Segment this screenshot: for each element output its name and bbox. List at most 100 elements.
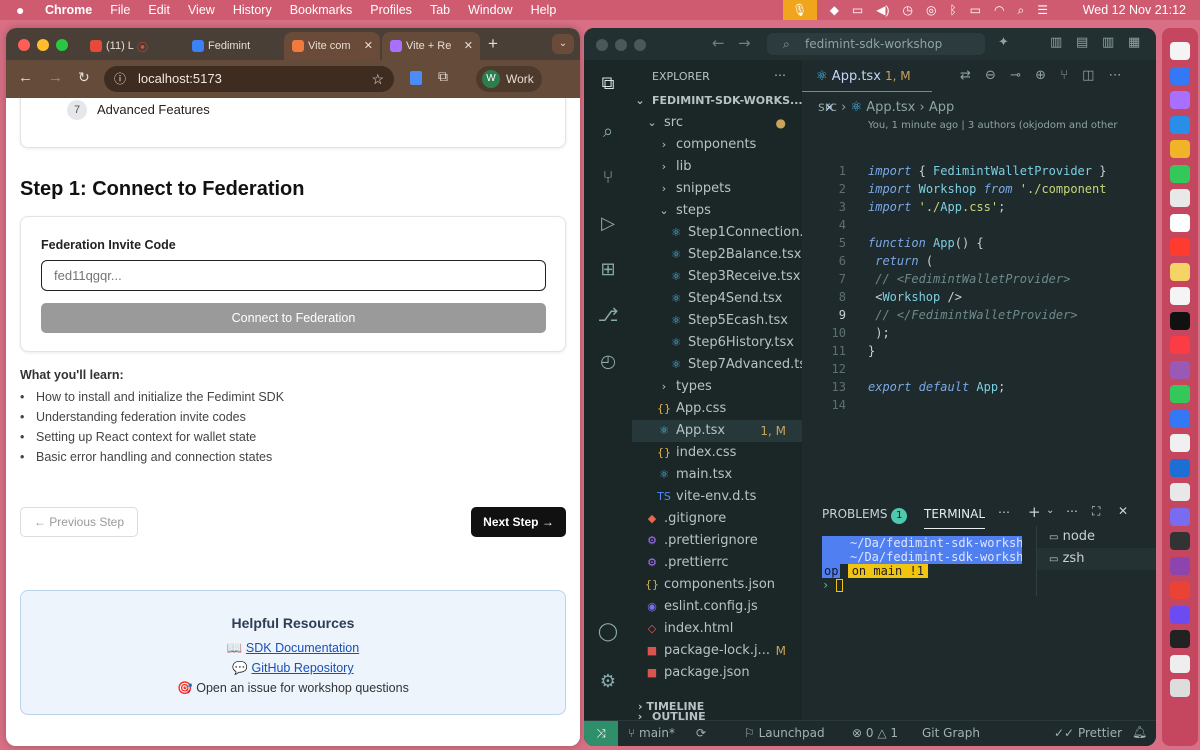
tree-item[interactable]: ⚛ Step6History.tsx xyxy=(632,332,802,354)
dock-app-icon[interactable] xyxy=(1170,654,1190,673)
menu-help[interactable]: Help xyxy=(531,3,557,17)
dock-app-icon[interactable] xyxy=(1170,360,1190,379)
back-icon[interactable]: ← xyxy=(712,34,725,52)
dock-app-icon[interactable] xyxy=(1170,630,1190,648)
dock-app-icon[interactable] xyxy=(1170,91,1190,109)
dock-app-icon[interactable] xyxy=(1170,385,1190,403)
dock-app-icon[interactable] xyxy=(1170,507,1190,526)
tab-youtube[interactable]: (11) L ⦿ xyxy=(82,32,174,60)
tree-item[interactable]: ⚛ Step5Ecash.tsx xyxy=(632,310,802,332)
notifications-bell-icon[interactable]: 🔔︎ xyxy=(1132,725,1147,739)
sync-icon[interactable]: ⟳ xyxy=(696,726,706,740)
dock-app-icon[interactable] xyxy=(1170,115,1190,134)
sdk-documentation-link[interactable]: SDK Documentation xyxy=(246,641,359,655)
tree-item[interactable]: {} components.json xyxy=(632,574,802,596)
tree-item[interactable]: ⚛ main.tsx xyxy=(632,464,802,486)
tree-item[interactable]: › types xyxy=(632,376,802,398)
menu-view[interactable]: View xyxy=(188,3,215,17)
tree-item[interactable]: ⌄ src ● xyxy=(632,112,802,134)
close-window-button[interactable] xyxy=(18,39,30,51)
tree-item[interactable]: ◇ index.html xyxy=(632,618,802,640)
address-bar[interactable]: ⓘ localhost:5173 ☆ xyxy=(104,66,394,92)
split-editor-icon[interactable]: ◫ xyxy=(1082,68,1094,83)
tab-fedimint[interactable]: Fedimint xyxy=(184,32,272,60)
dock-app-icon[interactable] xyxy=(1170,532,1190,550)
github-repository-link[interactable]: GitHub Repository xyxy=(251,661,353,675)
tree-item[interactable]: ⚛ App.tsx 1, M xyxy=(632,420,802,442)
tree-item[interactable]: ⚛ Step4Send.tsx xyxy=(632,288,802,310)
layout-secondary-icon[interactable]: ▥ xyxy=(1102,35,1114,50)
tree-item[interactable]: ⚛ Step7Advanced.tsx xyxy=(632,354,802,376)
project-root[interactable]: ⌄ FEDIMINT-SDK-WORKS... xyxy=(632,90,802,112)
clock[interactable]: Wed 12 Nov 21:12 xyxy=(1083,3,1186,17)
git-graph-item[interactable]: Git Graph xyxy=(922,726,980,740)
forward-icon[interactable]: → xyxy=(48,69,63,86)
tree-item[interactable]: ◉ eslint.config.js xyxy=(632,596,802,618)
explorer-icon[interactable]: ⧉ xyxy=(596,72,620,96)
tree-item[interactable]: ⚙ .prettierignore xyxy=(632,530,802,552)
tab-vite-react[interactable]: Vite + Re ✕ xyxy=(382,32,480,60)
run-debug-icon[interactable]: ▷ xyxy=(596,212,620,236)
launchpad-item[interactable]: ⚐ Launchpad xyxy=(744,726,825,740)
invite-code-input[interactable] xyxy=(41,260,546,291)
tree-item[interactable]: ⚛ Step2Balance.tsx xyxy=(632,244,802,266)
bluetooth-icon[interactable]: ᛒ xyxy=(949,3,956,17)
previous-step-button[interactable]: ← Previous Step xyxy=(20,507,138,537)
menu-tab[interactable]: Tab xyxy=(430,3,450,17)
tab-vite-com[interactable]: Vite com ✕ xyxy=(284,32,380,60)
settings-gear-icon[interactable]: ⚙ xyxy=(596,670,620,694)
more-actions-icon[interactable]: ⋯ xyxy=(774,68,786,82)
reload-icon[interactable]: ↻ xyxy=(78,69,90,86)
tree-item[interactable]: TS vite-env.d.ts xyxy=(632,486,802,508)
dock-app-icon[interactable] xyxy=(1170,238,1190,256)
new-terminal-icon[interactable]: + xyxy=(1028,503,1041,521)
remote-indicator-icon[interactable]: ⤨ xyxy=(584,721,618,746)
tab-search-chevron-icon[interactable]: ⌄ xyxy=(552,34,574,54)
command-center-search[interactable]: ⌕ fedimint-sdk-workshop xyxy=(767,33,985,55)
zoom-window-button[interactable] xyxy=(634,39,646,51)
wifi-icon[interactable]: ◠ xyxy=(994,3,1004,17)
extension-doc-icon[interactable] xyxy=(410,71,422,85)
next-step-button[interactable]: Next Step → xyxy=(471,507,566,537)
maximize-panel-icon[interactable]: ⛶ xyxy=(1092,504,1100,519)
editor-tab-app[interactable]: ⚛ App.tsx 1, M ✕ xyxy=(802,60,932,116)
account-icon[interactable]: ◯ xyxy=(596,620,620,644)
dock-app-icon[interactable] xyxy=(1170,679,1190,697)
tree-item[interactable]: ■ package-lock.j... M xyxy=(632,640,802,662)
dock-app-icon[interactable] xyxy=(1170,409,1190,428)
menu-app-name[interactable]: Chrome xyxy=(45,3,92,17)
battery-icon[interactable]: ▭ xyxy=(970,3,981,17)
profile-button[interactable]: W Work xyxy=(476,66,542,92)
prev-change-icon[interactable]: ⊖ xyxy=(985,68,996,83)
terminal-dropdown-icon[interactable]: ⌄ xyxy=(1046,505,1054,516)
terminal-output[interactable]: ~/Da/fedimint-sdk-worksh ~/Da/fedimint-s… xyxy=(822,536,1022,592)
terminal-item-node[interactable]: ▭ node xyxy=(1037,526,1156,548)
layout-panel-icon[interactable]: ▤ xyxy=(1076,35,1088,50)
git-icon[interactable]: ⑂ xyxy=(1060,68,1068,83)
remote-explorer-icon[interactable]: ◴ xyxy=(596,350,620,374)
apple-icon[interactable]: ● xyxy=(16,2,24,18)
copilot-icon[interactable]: ✦ xyxy=(998,35,1009,50)
dock-app-icon[interactable] xyxy=(1170,66,1190,85)
dock-app-icon[interactable] xyxy=(1170,164,1190,183)
timeline-section[interactable]: › TIMELINE xyxy=(632,696,802,718)
volume-icon[interactable]: ◀︎) xyxy=(876,3,889,17)
more-actions-icon[interactable]: ⋯ xyxy=(1109,68,1122,83)
diamond-icon[interactable]: ◆ xyxy=(830,3,839,17)
prettier-item[interactable]: ✓✓ Prettier xyxy=(1054,726,1122,740)
tree-item[interactable]: › components xyxy=(632,134,802,156)
menu-edit[interactable]: Edit xyxy=(148,3,170,17)
close-window-button[interactable] xyxy=(596,39,608,51)
commit-icon[interactable]: ⊸ xyxy=(1010,68,1021,83)
close-tab-icon[interactable]: ✕ xyxy=(464,39,473,52)
bookmark-star-icon[interactable]: ☆ xyxy=(371,66,384,92)
zoom-window-button[interactable] xyxy=(56,39,68,51)
dock-app-icon[interactable] xyxy=(1170,458,1190,477)
extensions-icon[interactable]: ⊞ xyxy=(596,258,620,282)
dock-app-icon[interactable] xyxy=(1170,140,1190,158)
breadcrumb-item[interactable]: App.tsx xyxy=(866,100,915,115)
dock-app-icon[interactable] xyxy=(1170,605,1190,624)
more-views-icon[interactable]: ⋯ xyxy=(998,505,1010,519)
airdrop-icon[interactable]: ◎ xyxy=(926,3,936,17)
next-change-icon[interactable]: ⊕ xyxy=(1035,68,1046,83)
